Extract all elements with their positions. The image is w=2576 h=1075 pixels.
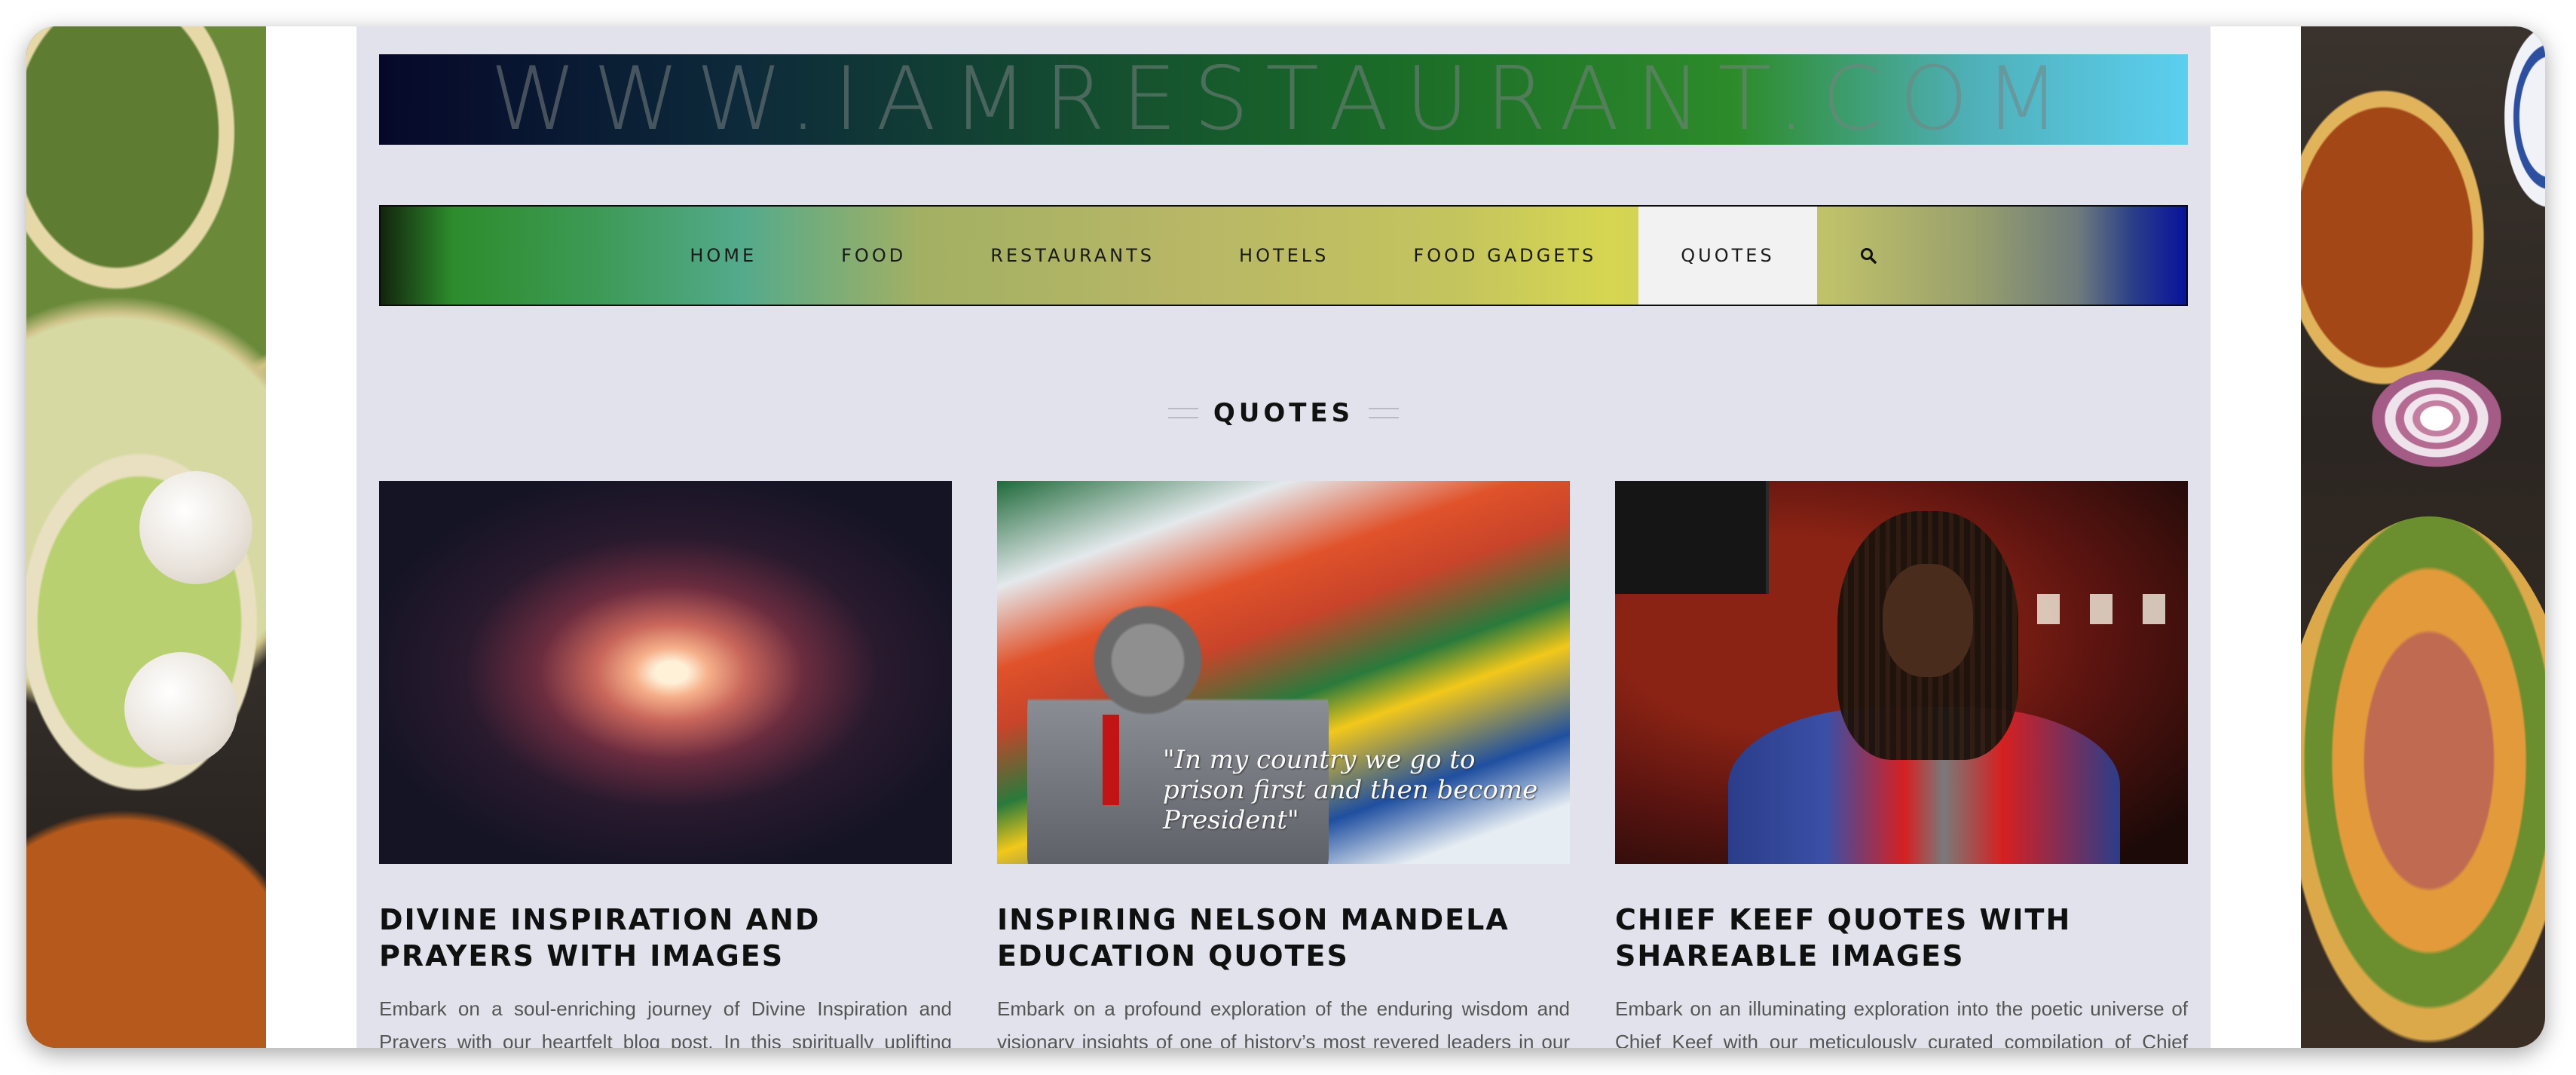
post-excerpt: Embark on a soul-enriching journey of Di… <box>379 997 952 1048</box>
post-title[interactable]: DIVINE INSPIRATION AND PRAYERS WITH IMAG… <box>379 902 952 974</box>
nav-item-hotels[interactable]: HOTELS <box>1197 207 1371 305</box>
post-card: DIVINE INSPIRATION AND PRAYERS WITH IMAG… <box>379 481 952 1048</box>
post-excerpt: Embark on a profound exploration of the … <box>997 997 1570 1048</box>
main-content: WWW.IAMRESTAURANT.COM HOME FOOD RESTAURA… <box>356 26 2210 1048</box>
section-heading-text: QUOTES <box>1213 398 1354 428</box>
post-title[interactable]: CHIEF KEEF QUOTES WITH SHAREABLE IMAGES <box>1615 902 2188 974</box>
post-card: CHIEF KEEF QUOTES WITH SHAREABLE IMAGES … <box>1615 481 2188 1048</box>
nav-search-button[interactable] <box>1817 207 1920 305</box>
heading-decoration-left <box>1167 408 1198 418</box>
nav-item-quotes[interactable]: QUOTES <box>1638 207 1817 305</box>
post-thumbnail[interactable]: "In my country we go to prison first and… <box>997 481 1570 864</box>
search-icon <box>1860 248 1877 264</box>
post-thumbnail[interactable] <box>1615 481 2188 864</box>
mural-quote-text: "In my country we go to prison first and… <box>1163 745 1538 835</box>
post-title[interactable]: INSPIRING NELSON MANDELA EDUCATION QUOTE… <box>997 902 1570 974</box>
post-excerpt: Embark on an illuminating exploration in… <box>1615 997 2188 1048</box>
heading-decoration-right <box>1369 408 1400 418</box>
section-heading: QUOTES <box>379 394 2188 432</box>
site-banner-text: WWW.IAMRESTAURANT.COM <box>490 48 2077 150</box>
post-card: "In my country we go to prison first and… <box>997 481 1570 1048</box>
main-navigation: HOME FOOD RESTAURANTS HOTELS FOOD GADGET… <box>379 205 2188 306</box>
nav-item-restaurants[interactable]: RESTAURANTS <box>948 207 1197 305</box>
nav-item-food[interactable]: FOOD <box>799 207 948 305</box>
browser-viewport: WWW.IAMRESTAURANT.COM HOME FOOD RESTAURA… <box>26 26 2545 1048</box>
left-food-background-image <box>26 26 266 1048</box>
site-banner[interactable]: WWW.IAMRESTAURANT.COM <box>379 54 2188 145</box>
nav-item-home[interactable]: HOME <box>647 207 799 305</box>
post-thumbnail[interactable] <box>379 481 952 864</box>
right-food-background-image <box>2301 26 2545 1048</box>
nav-item-food-gadgets[interactable]: FOOD GADGETS <box>1371 207 1638 305</box>
